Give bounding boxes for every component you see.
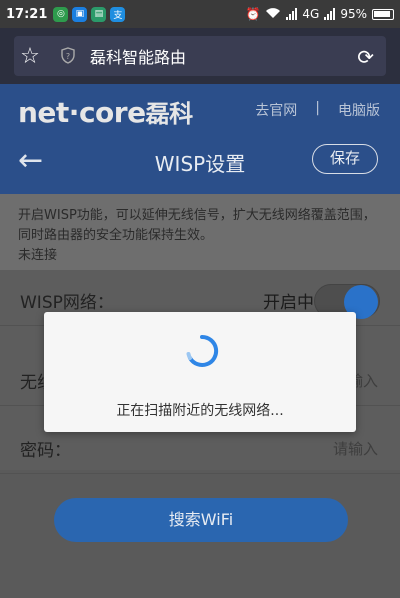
password-input[interactable]: 请输入 — [333, 438, 378, 459]
wisp-description: 开启WISP功能，可以延伸无线信号，扩大无线网络覆盖范围，同时路由器的安全功能保… — [0, 194, 400, 270]
status-bar: 17:21 ◎ ▣ ▤ 支 ⏰ 4G 95% — [0, 0, 400, 28]
reload-icon[interactable]: ⟳ — [357, 45, 374, 69]
battery-percent: 95% — [340, 7, 367, 21]
link-separator: | — [315, 100, 320, 116]
search-wifi-button[interactable]: 搜索WiFi — [54, 498, 348, 542]
loading-spinner-icon — [186, 334, 219, 367]
signal-icon-2 — [324, 8, 336, 20]
alipay-notification-icon: 支 — [110, 6, 126, 22]
alarm-icon: ⏰ — [245, 7, 261, 21]
wisp-network-label: WISP网络： — [20, 293, 114, 313]
signal-icon — [286, 8, 298, 20]
network-type: 4G — [302, 7, 320, 21]
app-notification-icon: ▤ — [91, 6, 107, 22]
shield-app-notification-icon: ▣ — [72, 6, 88, 22]
password-label: 密码： — [20, 441, 71, 461]
battery-icon — [372, 8, 394, 20]
page-url-title[interactable]: 磊科智能路由 — [90, 44, 186, 68]
browser-toolbar: ☆ ? 磊科智能路由 ⟳ — [0, 28, 400, 84]
wechat-notification-icon: ◎ — [53, 6, 69, 22]
address-bar[interactable]: ☆ ? 磊科智能路由 ⟳ — [14, 36, 386, 76]
desktop-version-link[interactable]: 电脑版 — [338, 100, 380, 120]
bookmark-star-icon[interactable]: ☆ — [14, 44, 46, 69]
official-site-link[interactable]: 去官网 — [255, 100, 297, 120]
header-links: 去官网 | 电脑版 — [255, 100, 380, 120]
security-shield-icon[interactable]: ? — [60, 47, 76, 65]
scanning-message: 正在扫描附近的无线网络... — [116, 403, 284, 419]
connection-status: 未连接 — [18, 248, 58, 263]
status-time: 17:21 — [6, 6, 48, 22]
scanning-dialog: 正在扫描附近的无线网络... — [44, 312, 356, 432]
save-button[interactable]: 保存 — [312, 144, 378, 174]
description-text: 开启WISP功能，可以延伸无线信号，扩大无线网络覆盖范围，同时路由器的安全功能保… — [18, 208, 376, 243]
wisp-state-text: 开启中 — [263, 293, 314, 313]
svg-text:?: ? — [66, 52, 70, 61]
app-header: net·core磊科 去官网 | 电脑版 ← WISP设置 保存 — [0, 84, 400, 194]
wifi-icon — [265, 7, 281, 22]
netcore-logo: net·core磊科 — [18, 96, 193, 129]
status-indicators: ⏰ 4G 95% — [245, 7, 394, 22]
